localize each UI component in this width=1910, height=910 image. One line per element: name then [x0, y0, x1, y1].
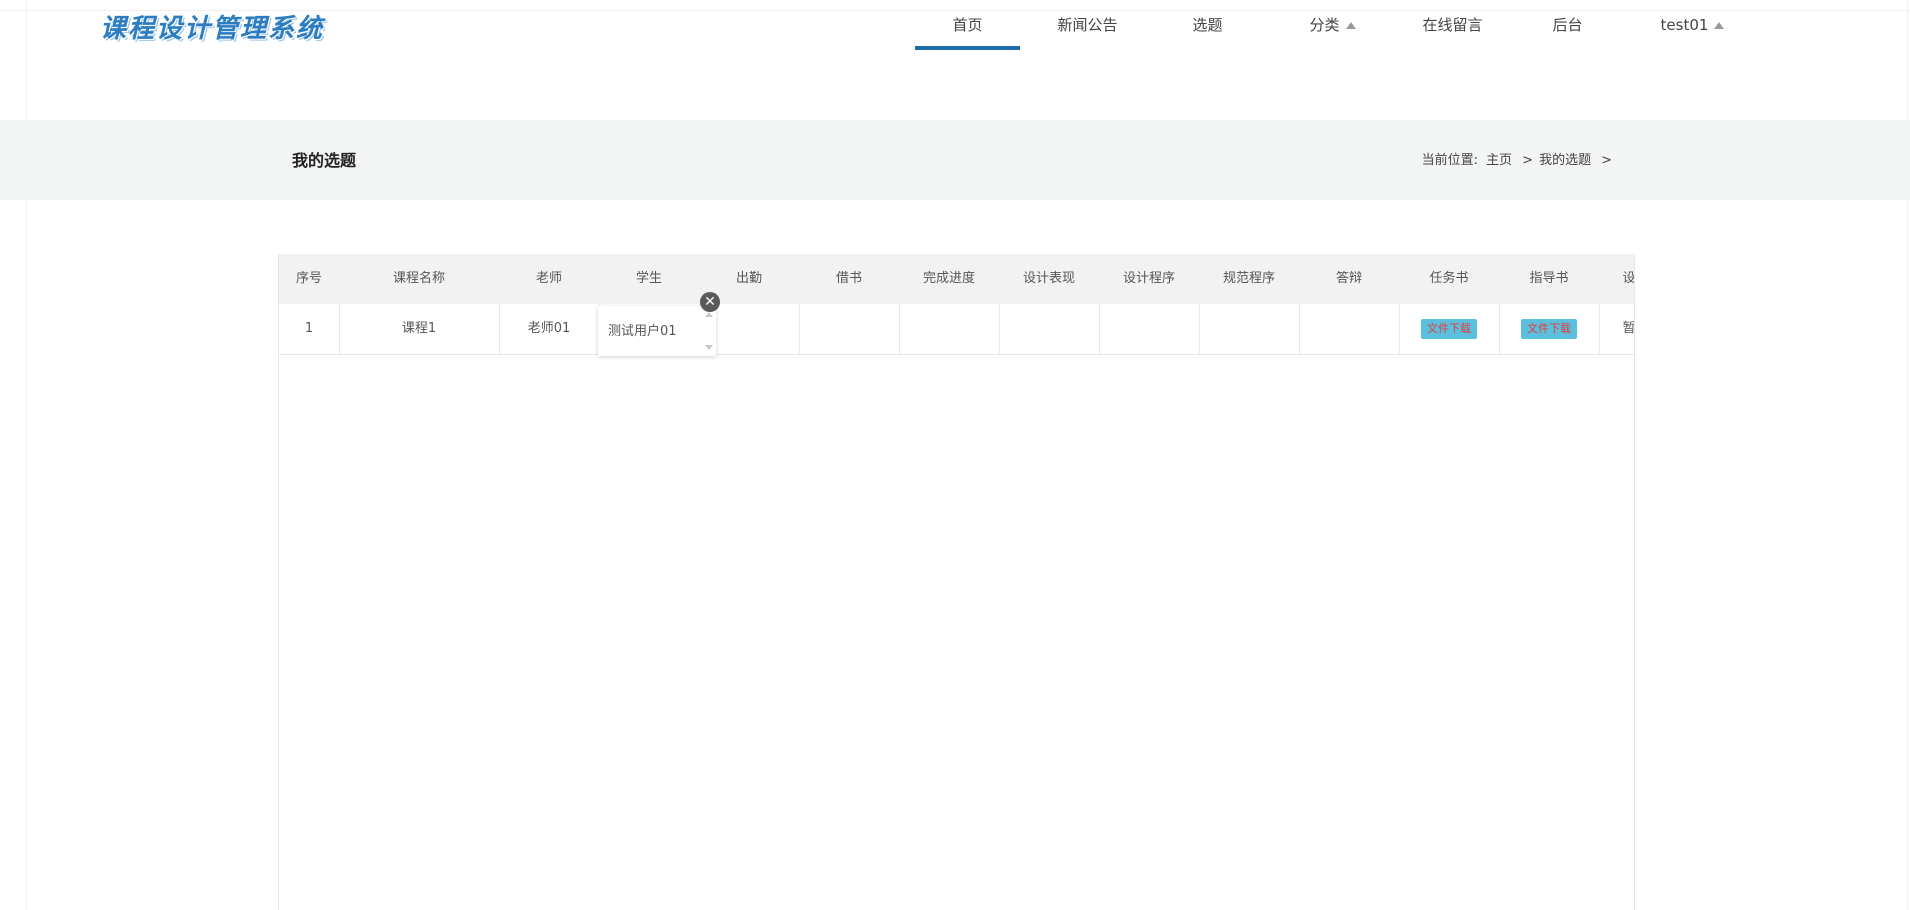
nav-item-category[interactable]: 分类: [1290, 0, 1375, 50]
breadcrumb-separator: >: [1601, 153, 1612, 168]
nav-item-label: 分类: [1309, 16, 1340, 34]
col-header-standard-prog: 规范程序: [1222, 271, 1275, 286]
col-header-teacher: 老师: [535, 271, 562, 286]
cell-progress[interactable]: [899, 304, 1000, 354]
site-logo[interactable]: 课程设计管理系统: [100, 8, 324, 45]
scroll-down-icon[interactable]: [705, 345, 713, 350]
col-header-progress: 完成进度: [922, 271, 975, 286]
cell-design-prog[interactable]: [1099, 304, 1200, 354]
nav-item-label: test01: [1660, 16, 1709, 34]
cell-teacher: 老师01: [499, 304, 600, 354]
nav-item-user[interactable]: test01: [1650, 0, 1735, 50]
guide-book-download-button[interactable]: 文件下载: [1521, 318, 1577, 339]
site-header: 课程设计管理系统 首页 新闻公告 选题 分类 在线留言 后台 test01: [0, 0, 1910, 60]
page-title: 我的选题: [292, 151, 357, 170]
cell-course: 课程1: [339, 304, 500, 354]
cell-standard-prog[interactable]: [1199, 304, 1300, 354]
col-header-more: 设: [1622, 271, 1635, 286]
nav-item-messages[interactable]: 在线留言: [1410, 0, 1495, 50]
breadcrumb-home[interactable]: 主页: [1486, 153, 1512, 168]
caret-up-icon: [1345, 22, 1356, 29]
nav-item-label: 后台: [1552, 16, 1583, 34]
title-band: 我的选题 当前位置: 主页 > 我的选题 >: [0, 120, 1910, 200]
cell-design-perf[interactable]: [999, 304, 1100, 354]
nav-item-label: 首页: [952, 16, 983, 34]
col-header-index: 序号: [295, 271, 322, 286]
cell-index: 1: [279, 304, 340, 354]
topics-table: 序号 课程名称 老师 学生 出勤 借书 完成进度 设计表现 设计程序 规范程序 …: [278, 254, 1635, 910]
nav-item-topics[interactable]: 选题: [1170, 0, 1245, 50]
col-header-guide-book: 指导书: [1529, 271, 1569, 286]
close-icon[interactable]: ✕: [700, 292, 720, 312]
nav-item-home[interactable]: 首页: [915, 0, 1020, 50]
nav-item-label: 在线留言: [1422, 16, 1483, 34]
nav-item-news[interactable]: 新闻公告: [1040, 0, 1135, 50]
cell-borrow[interactable]: [799, 304, 900, 354]
cell-task-book: 文件下载: [1399, 304, 1500, 354]
breadcrumb-current[interactable]: 我的选题: [1539, 153, 1591, 168]
col-header-design-perf: 设计表现: [1022, 271, 1075, 286]
cell-guide-book: 文件下载: [1499, 304, 1600, 354]
student-edit-input[interactable]: [606, 306, 702, 358]
cell-more: 暂: [1622, 321, 1635, 336]
nav-item-label: 新闻公告: [1057, 16, 1118, 34]
col-header-borrow: 借书: [835, 271, 862, 286]
task-book-download-button[interactable]: 文件下载: [1421, 318, 1477, 339]
table-header: 序号 课程名称 老师 学生 出勤 借书 完成进度 设计表现 设计程序 规范程序 …: [279, 254, 1634, 304]
cell-defense[interactable]: [1299, 304, 1400, 354]
editor-scrollbar[interactable]: [702, 306, 716, 356]
caret-up-icon: [1714, 22, 1725, 29]
col-header-design-prog: 设计程序: [1122, 271, 1175, 286]
table-row: 1 课程1 老师01 文件下载 文件下载 暂: [279, 304, 1634, 355]
col-header-course: 课程名称: [392, 271, 445, 286]
nav-item-admin[interactable]: 后台: [1535, 0, 1600, 50]
scroll-up-icon[interactable]: [705, 312, 713, 317]
col-header-student: 学生: [635, 271, 662, 286]
col-header-defense: 答辩: [1335, 271, 1362, 286]
breadcrumb: 当前位置: 主页 > 我的选题 >: [1422, 149, 1618, 168]
col-header-task-book: 任务书: [1429, 271, 1469, 286]
student-cell-editor: [598, 306, 716, 358]
breadcrumb-separator: >: [1522, 153, 1534, 168]
nav-item-label: 选题: [1192, 16, 1223, 34]
breadcrumb-prefix: 当前位置:: [1421, 153, 1479, 168]
